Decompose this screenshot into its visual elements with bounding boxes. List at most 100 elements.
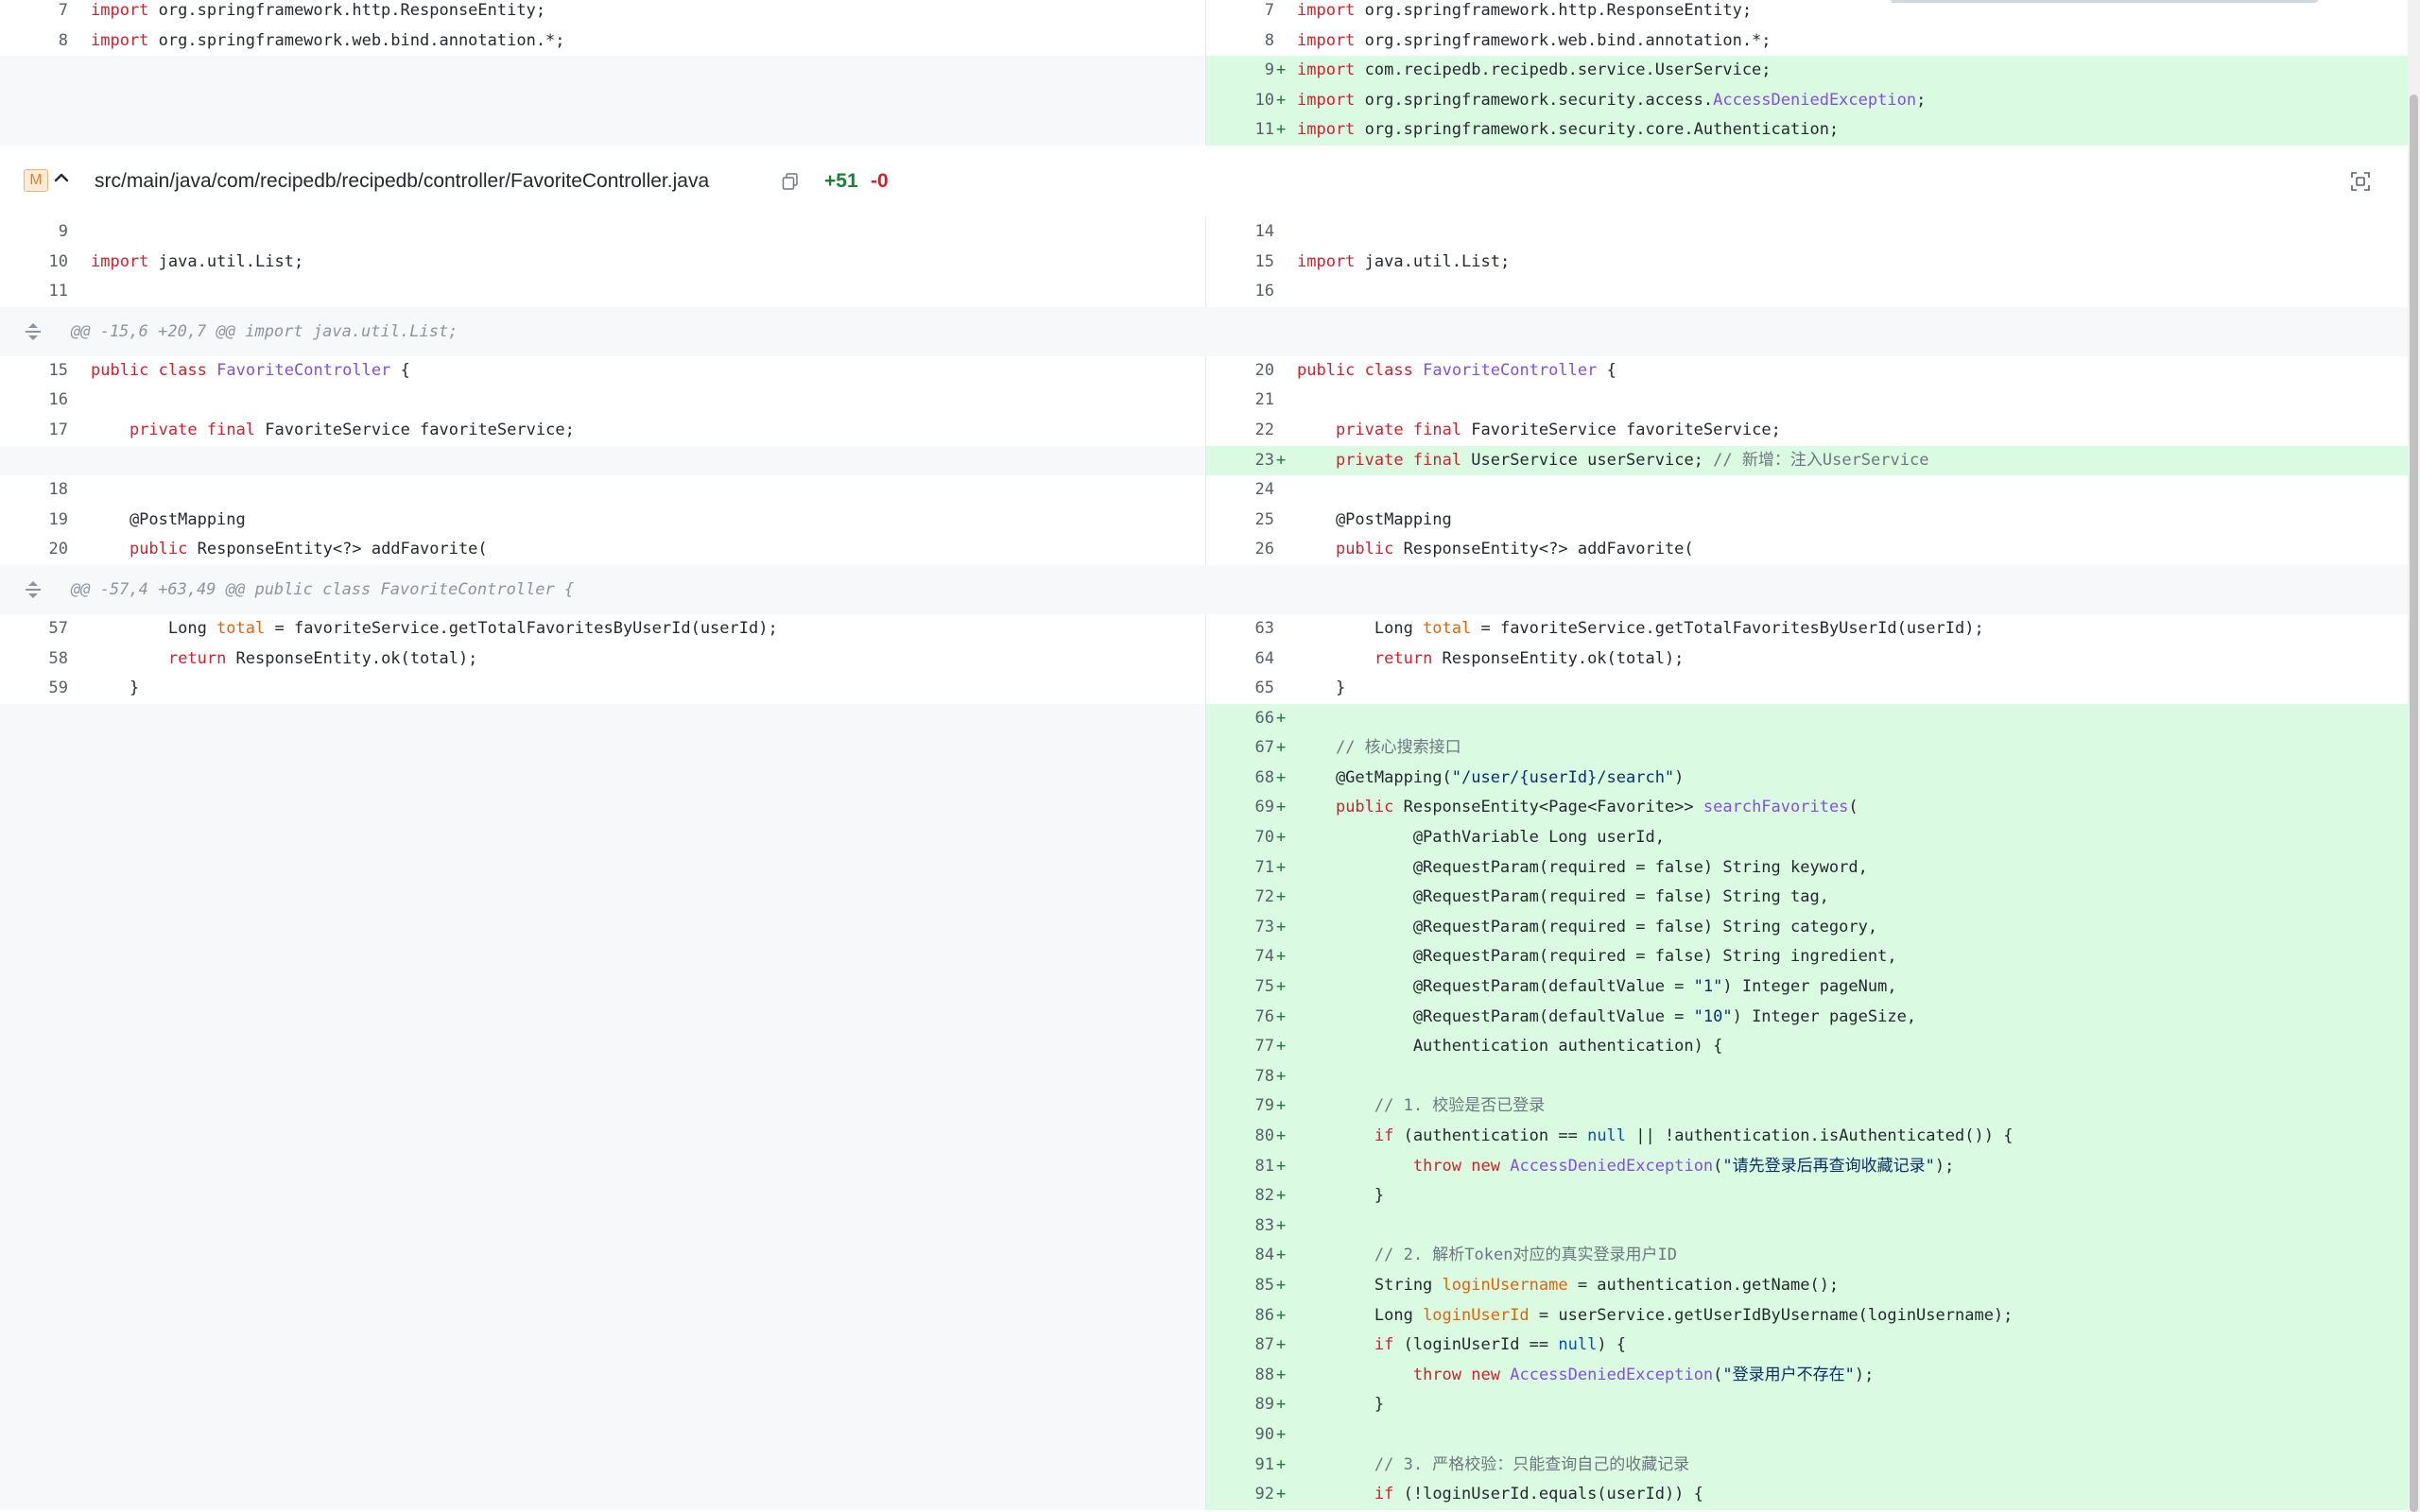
diff-row: 11 + import org.springframework.security.c… <box>0 115 2408 146</box>
line-number[interactable]: 10 <box>0 248 68 278</box>
line-number[interactable]: 63 <box>1206 614 1274 644</box>
pane-divider <box>1205 1211 1206 1242</box>
right-pane-line: 84 + // 2. 解析Token对应的真实登录用户ID <box>1206 1241 2408 1271</box>
line-number[interactable]: 89 <box>1206 1390 1274 1420</box>
line-number[interactable]: 25 <box>1206 506 1274 536</box>
diff-row: 10 + import org.springframework.security.a… <box>0 85 2408 116</box>
line-number[interactable]: 20 <box>1206 356 1274 387</box>
line-number[interactable]: 75 <box>1206 972 1274 1003</box>
code-text: private final FavoriteService favoriteSe… <box>1335 420 1781 439</box>
code-text: @PostMapping <box>1297 509 1452 529</box>
line-number[interactable]: 14 <box>1206 217 1274 248</box>
diff-row: 17 private final FavoriteService favorit… <box>0 415 2408 446</box>
line-number[interactable]: 84 <box>1206 1241 1274 1271</box>
pane-divider <box>1205 1002 1206 1033</box>
line-number[interactable]: 77 <box>1206 1032 1274 1062</box>
line-number[interactable]: 88 <box>1206 1361 1274 1391</box>
line-number[interactable]: 72 <box>1206 883 1274 913</box>
copy-icon[interactable] <box>781 172 800 191</box>
line-number[interactable]: 87 <box>1206 1331 1274 1361</box>
diff-row-added: 70 + @PathVariable Long userId, <box>0 823 2408 853</box>
line-number[interactable]: 18 <box>0 475 68 506</box>
right-pane-line: 77 + Authentication authentication) { <box>1206 1032 2408 1062</box>
code-text: @PostMapping <box>91 509 246 529</box>
scrollbar-thumb[interactable] <box>2410 94 2418 1512</box>
line-number[interactable]: 70 <box>1206 823 1274 853</box>
line-number[interactable]: 22 <box>1206 416 1274 446</box>
line-number[interactable]: 64 <box>1206 644 1274 675</box>
line-number[interactable]: 7 <box>1206 0 1274 26</box>
line-number[interactable]: 74 <box>1206 942 1274 972</box>
file-status-badge: M <box>24 168 48 192</box>
line-number[interactable]: 15 <box>0 356 68 387</box>
line-number[interactable]: 80 <box>1206 1122 1274 1152</box>
addition-marker: + <box>1276 1246 1287 1265</box>
pane-divider <box>1205 1450 1206 1481</box>
line-number[interactable]: 73 <box>1206 913 1274 943</box>
addition-marker: + <box>1276 738 1287 758</box>
line-number[interactable]: 10 <box>1206 86 1274 116</box>
line-number[interactable]: 8 <box>0 26 68 57</box>
left-pane-line <box>0 1091 1205 1122</box>
line-number[interactable]: 71 <box>1206 853 1274 884</box>
line-number[interactable]: 23 <box>1206 446 1274 476</box>
left-pane-line <box>0 1480 1205 1510</box>
pane-divider <box>1205 445 1206 476</box>
line-number[interactable]: 68 <box>1206 764 1274 794</box>
code-text: @RequestParam(required = false) String c… <box>1297 917 1878 936</box>
line-number[interactable]: 66 <box>1206 704 1274 734</box>
line-number[interactable]: 15 <box>1206 248 1274 278</box>
vertical-scrollbar[interactable] <box>2408 0 2420 1512</box>
line-number[interactable]: 91 <box>1206 1451 1274 1481</box>
line-number[interactable]: 83 <box>1206 1211 1274 1242</box>
line-number[interactable]: 19 <box>0 506 68 536</box>
line-number[interactable]: 85 <box>1206 1271 1274 1301</box>
left-pane-line: 58 return ResponseEntity.ok(total); <box>0 644 1205 675</box>
line-number[interactable]: 11 <box>0 277 68 307</box>
focus-icon[interactable] <box>2349 170 2372 193</box>
line-number[interactable]: 59 <box>0 674 68 704</box>
right-pane-line: 71 + @RequestParam(required = false) Stri… <box>1206 852 2408 884</box>
diff-row: 7 import org.springframework.http.Respons… <box>0 0 2408 26</box>
line-number[interactable]: 92 <box>1206 1480 1274 1510</box>
line-number[interactable]: 17 <box>0 416 68 446</box>
line-number[interactable]: 7 <box>0 0 68 26</box>
left-pane-line <box>0 883 1205 913</box>
line-number[interactable]: 21 <box>1206 386 1274 416</box>
line-number[interactable]: 76 <box>1206 1003 1274 1033</box>
line-number[interactable]: 24 <box>1206 475 1274 506</box>
right-pane-line: 24 <box>1206 475 2408 506</box>
line-number[interactable]: 90 <box>1206 1420 1274 1451</box>
left-pane-line: 15 public class FavoriteController { <box>0 356 1205 387</box>
addition-marker: + <box>1276 1485 1287 1504</box>
pane-divider <box>1205 1122 1206 1152</box>
line-number[interactable]: 69 <box>1206 793 1274 823</box>
line-number[interactable]: 16 <box>0 386 68 416</box>
line-number[interactable]: 81 <box>1206 1152 1274 1182</box>
line-number[interactable]: 65 <box>1206 674 1274 704</box>
line-number[interactable]: 9 <box>1206 56 1274 86</box>
right-pane-line: 20 public class FavoriteController { <box>1206 356 2408 387</box>
left-pane-line <box>0 1061 1205 1092</box>
line-number[interactable]: 57 <box>0 614 68 644</box>
line-number[interactable]: 79 <box>1206 1091 1274 1122</box>
code-text: throw new AccessDeniedException("请先登录后再查… <box>1412 1156 1955 1176</box>
left-pane-line <box>0 1151 1205 1182</box>
line-number[interactable]: 86 <box>1206 1301 1274 1332</box>
line-number[interactable]: 11 <box>1206 115 1274 146</box>
line-number[interactable]: 78 <box>1206 1062 1274 1092</box>
chevron-up-icon[interactable] <box>53 166 70 189</box>
line-number[interactable]: 67 <box>1206 733 1274 764</box>
unfold-icon[interactable] <box>23 578 43 601</box>
line-number[interactable]: 9 <box>0 217 68 248</box>
line-number[interactable]: 8 <box>1206 26 1274 57</box>
left-pane-line <box>0 823 1205 853</box>
line-number[interactable]: 58 <box>0 644 68 675</box>
unfold-icon[interactable] <box>23 320 43 343</box>
line-number[interactable]: 16 <box>1206 277 1274 307</box>
file-path[interactable]: src/main/java/com/recipedb/recipedb/cont… <box>95 146 709 217</box>
line-number[interactable]: 20 <box>0 535 68 565</box>
line-number[interactable]: 82 <box>1206 1181 1274 1211</box>
line-number[interactable]: 26 <box>1206 535 1274 565</box>
diff-row-added: 77 + Authentication authentication) { <box>0 1032 2408 1062</box>
